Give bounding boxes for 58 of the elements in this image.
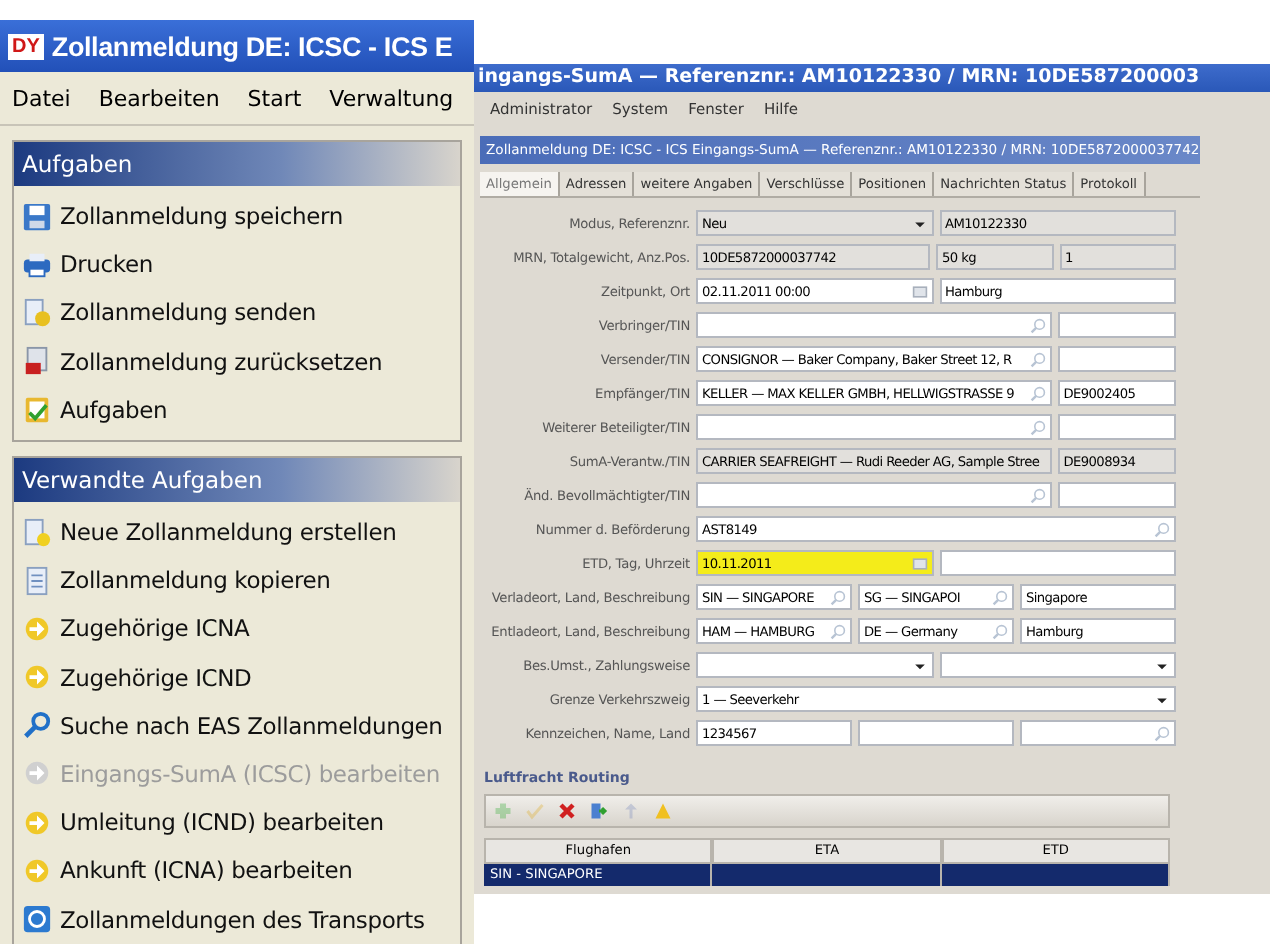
printer-icon <box>22 249 52 280</box>
document-lines-icon <box>22 565 52 596</box>
search-icon[interactable] <box>830 589 846 605</box>
arrow-circle-icon <box>22 807 52 838</box>
search-icon[interactable] <box>1029 385 1046 401</box>
menu-item[interactable]: Bearbeiten <box>98 85 220 111</box>
window-title: ingangs-SumA — Referenznr.: AM10122330 / MRN: 10DE587200003 <box>474 64 1270 92</box>
task-link[interactable]: Suche nach EAS Zollanmeldungen <box>60 711 443 740</box>
window-title: Zollanmeldung DE: ICSC - ICS E <box>51 31 453 61</box>
search-icon[interactable] <box>1029 351 1046 367</box>
input-field[interactable] <box>1057 346 1176 372</box>
task-link[interactable]: Zugehörige ICND <box>60 663 252 692</box>
panel-header[interactable]: Aufgaben <box>14 142 460 186</box>
search-icon <box>22 710 52 741</box>
clipboard-check-icon <box>22 394 52 425</box>
search-icon[interactable] <box>1154 725 1170 741</box>
input-field[interactable] <box>1020 720 1176 746</box>
task-link[interactable]: Zollanmeldung senden <box>60 298 316 327</box>
input-field[interactable] <box>1057 312 1176 338</box>
task-link[interactable]: Zugehörige ICNA <box>60 614 250 643</box>
input-field[interactable] <box>1057 414 1176 440</box>
menu-item[interactable]: Verwaltung <box>329 85 454 111</box>
arrow-circle-icon <box>22 855 52 886</box>
search-icon[interactable] <box>992 623 1008 639</box>
delete-icon[interactable] <box>558 802 576 820</box>
task-link[interactable]: Aufgaben <box>60 395 168 424</box>
calendar-icon[interactable] <box>911 555 927 571</box>
input-field[interactable] <box>696 482 1052 508</box>
panel-header[interactable]: Verwandte Aufgaben <box>14 457 460 502</box>
search-icon[interactable] <box>1029 317 1046 333</box>
input-field[interactable] <box>939 550 1176 576</box>
task-link[interactable]: Ankunft (ICNA) bearbeiten <box>60 856 353 885</box>
task-link[interactable]: Zollanmeldung kopieren <box>60 566 331 595</box>
warning-icon[interactable] <box>654 802 672 820</box>
task-link[interactable]: Neue Zollanmeldung erstellen <box>60 518 397 547</box>
arrow-circle-icon <box>22 613 52 644</box>
calendar-icon[interactable] <box>911 283 927 299</box>
arrow-circle-icon <box>22 758 52 789</box>
document-reset-icon <box>22 346 52 377</box>
input-field[interactable] <box>1057 482 1176 508</box>
task-link[interactable]: Drucken <box>60 250 153 279</box>
input-field[interactable] <box>696 312 1052 338</box>
menu-item[interactable]: Start <box>247 85 302 111</box>
search-icon[interactable] <box>1154 521 1170 537</box>
app-logo: DY <box>8 33 44 59</box>
menu-item[interactable]: Datei <box>12 85 71 111</box>
task-link[interactable]: Zollanmeldung speichern <box>60 202 343 231</box>
task-link[interactable]: Zollanmeldung zurücksetzen <box>60 347 383 376</box>
search-icon[interactable] <box>1029 419 1046 435</box>
input-field[interactable] <box>696 414 1052 440</box>
input-field[interactable] <box>858 720 1014 746</box>
task-link[interactable]: Umleitung (ICND) bearbeiten <box>60 808 384 837</box>
search-icon[interactable] <box>1029 487 1046 503</box>
task-link[interactable]: Zollanmeldungen des Transports <box>60 905 425 934</box>
search-icon[interactable] <box>992 589 1008 605</box>
table-arrow-icon[interactable] <box>590 802 608 820</box>
search-icon[interactable] <box>830 623 846 639</box>
arrow-circle-icon <box>22 662 52 693</box>
